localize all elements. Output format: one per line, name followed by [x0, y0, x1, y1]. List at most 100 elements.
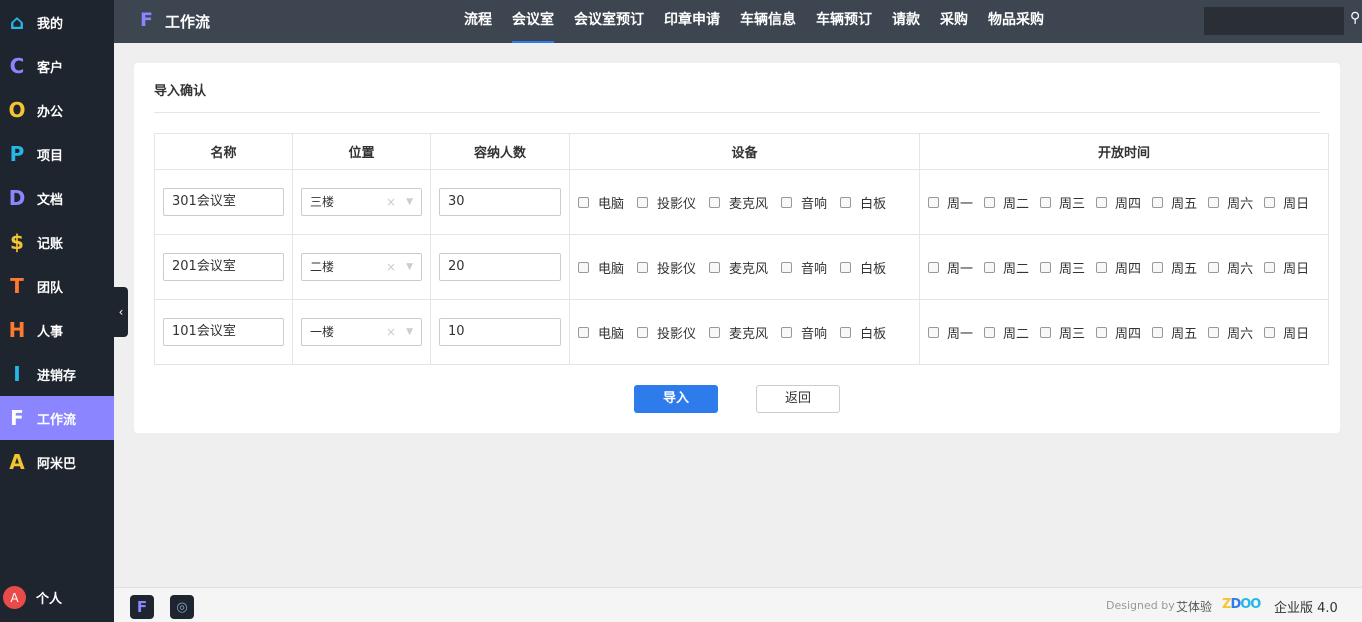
- day-checkbox[interactable]: 周日: [1264, 323, 1309, 342]
- checkbox-box[interactable]: [578, 261, 589, 273]
- sidebar-item-10[interactable]: A 阿米巴: [0, 440, 114, 484]
- capacity-input[interactable]: 20: [439, 253, 561, 281]
- room-name-input[interactable]: 101会议室: [163, 318, 284, 346]
- checkbox-box[interactable]: [709, 326, 721, 338]
- equipment-checkbox[interactable]: 电脑: [578, 258, 624, 277]
- search-icon[interactable]: ⚲: [1350, 10, 1360, 26]
- sidebar-item-9[interactable]: F 工作流: [0, 396, 114, 440]
- import-button[interactable]: 导入: [634, 385, 718, 413]
- equipment-checkbox[interactable]: 音响: [781, 193, 827, 212]
- checkbox-box[interactable]: [1152, 196, 1164, 208]
- day-checkbox[interactable]: 周六: [1208, 193, 1253, 212]
- sidebar-item-3[interactable]: P 项目: [0, 132, 114, 176]
- checkbox-box[interactable]: [578, 196, 589, 208]
- chevron-down-icon[interactable]: ▼: [406, 189, 413, 215]
- day-checkbox[interactable]: 周一: [928, 258, 973, 277]
- checkbox-box[interactable]: [1040, 196, 1052, 208]
- day-checkbox[interactable]: 周三: [1040, 193, 1085, 212]
- checkbox-box[interactable]: [1152, 261, 1164, 273]
- clear-icon[interactable]: ×: [386, 189, 396, 215]
- checkbox-box[interactable]: [637, 196, 649, 208]
- user-menu[interactable]: A 个人: [3, 586, 62, 609]
- day-checkbox[interactable]: 周一: [928, 193, 973, 212]
- tab-2[interactable]: 会议室预订: [574, 0, 644, 43]
- equipment-checkbox[interactable]: 白板: [840, 258, 886, 277]
- checkbox-box[interactable]: [1096, 326, 1108, 338]
- collapse-sidebar-button[interactable]: ‹: [114, 287, 128, 337]
- sidebar-item-1[interactable]: C 客户: [0, 44, 114, 88]
- position-select[interactable]: 二楼 × ▼: [301, 253, 422, 281]
- checkbox-box[interactable]: [709, 261, 721, 273]
- day-checkbox[interactable]: 周三: [1040, 258, 1085, 277]
- checkbox-box[interactable]: [840, 326, 852, 338]
- tab-6[interactable]: 请款: [892, 0, 920, 43]
- checkbox-box[interactable]: [709, 196, 721, 208]
- clear-icon[interactable]: ×: [386, 319, 396, 345]
- capacity-input[interactable]: 30: [439, 188, 561, 216]
- clear-icon[interactable]: ×: [386, 254, 396, 280]
- equipment-checkbox[interactable]: 白板: [840, 193, 886, 212]
- day-checkbox[interactable]: 周三: [1040, 323, 1085, 342]
- search-input[interactable]: [1204, 7, 1344, 35]
- checkbox-box[interactable]: [1040, 261, 1052, 273]
- day-checkbox[interactable]: 周五: [1152, 258, 1197, 277]
- equipment-checkbox[interactable]: 麦克风: [709, 258, 768, 277]
- tab-7[interactable]: 采购: [940, 0, 968, 43]
- workflow-app-icon[interactable]: F: [130, 595, 154, 619]
- equipment-checkbox[interactable]: 音响: [781, 323, 827, 342]
- checkbox-box[interactable]: [1264, 261, 1276, 273]
- sidebar-item-7[interactable]: H 人事: [0, 308, 114, 352]
- equipment-checkbox[interactable]: 麦克风: [709, 193, 768, 212]
- checkbox-box[interactable]: [1264, 196, 1276, 208]
- day-checkbox[interactable]: 周五: [1152, 193, 1197, 212]
- checkbox-box[interactable]: [1040, 326, 1052, 338]
- checkbox-box[interactable]: [1208, 326, 1220, 338]
- target-app-icon[interactable]: ◎: [170, 595, 194, 619]
- checkbox-box[interactable]: [637, 261, 649, 273]
- equipment-checkbox[interactable]: 投影仪: [637, 193, 696, 212]
- checkbox-box[interactable]: [578, 326, 589, 338]
- checkbox-box[interactable]: [781, 196, 793, 208]
- day-checkbox[interactable]: 周二: [984, 258, 1029, 277]
- day-checkbox[interactable]: 周四: [1096, 193, 1141, 212]
- checkbox-box[interactable]: [928, 261, 939, 273]
- tab-1[interactable]: 会议室: [512, 0, 554, 43]
- checkbox-box[interactable]: [781, 261, 793, 273]
- position-select[interactable]: 一楼 × ▼: [301, 318, 422, 346]
- day-checkbox[interactable]: 周二: [984, 323, 1029, 342]
- checkbox-box[interactable]: [984, 261, 996, 273]
- equipment-checkbox[interactable]: 电脑: [578, 323, 624, 342]
- chevron-down-icon[interactable]: ▼: [406, 319, 413, 345]
- equipment-checkbox[interactable]: 音响: [781, 258, 827, 277]
- room-name-input[interactable]: 201会议室: [163, 253, 284, 281]
- tab-8[interactable]: 物品采购: [988, 0, 1044, 43]
- checkbox-box[interactable]: [928, 326, 939, 338]
- checkbox-box[interactable]: [781, 326, 793, 338]
- tab-3[interactable]: 印章申请: [664, 0, 720, 43]
- checkbox-box[interactable]: [984, 196, 996, 208]
- room-name-input[interactable]: 301会议室: [163, 188, 284, 216]
- checkbox-box[interactable]: [928, 196, 939, 208]
- checkbox-box[interactable]: [840, 196, 852, 208]
- sidebar-item-0[interactable]: ⌂ 我的: [0, 0, 114, 44]
- tab-5[interactable]: 车辆预订: [816, 0, 872, 43]
- day-checkbox[interactable]: 周一: [928, 323, 973, 342]
- position-select[interactable]: 三楼 × ▼: [301, 188, 422, 216]
- chevron-down-icon[interactable]: ▼: [406, 254, 413, 280]
- day-checkbox[interactable]: 周六: [1208, 323, 1253, 342]
- equipment-checkbox[interactable]: 投影仪: [637, 258, 696, 277]
- checkbox-box[interactable]: [1152, 326, 1164, 338]
- tab-0[interactable]: 流程: [464, 0, 492, 43]
- day-checkbox[interactable]: 周六: [1208, 258, 1253, 277]
- equipment-checkbox[interactable]: 电脑: [578, 193, 624, 212]
- sidebar-item-6[interactable]: T 团队: [0, 264, 114, 308]
- day-checkbox[interactable]: 周日: [1264, 193, 1309, 212]
- checkbox-box[interactable]: [984, 326, 996, 338]
- sidebar-item-2[interactable]: O 办公: [0, 88, 114, 132]
- back-button[interactable]: 返回: [756, 385, 840, 413]
- day-checkbox[interactable]: 周五: [1152, 323, 1197, 342]
- day-checkbox[interactable]: 周四: [1096, 258, 1141, 277]
- checkbox-box[interactable]: [637, 326, 649, 338]
- equipment-checkbox[interactable]: 白板: [840, 323, 886, 342]
- checkbox-box[interactable]: [1096, 261, 1108, 273]
